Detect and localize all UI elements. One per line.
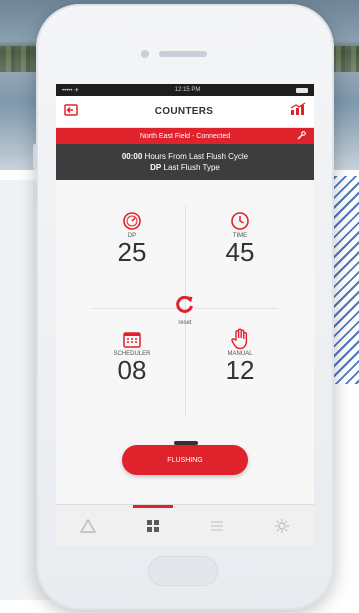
phone-side-button [33, 144, 37, 170]
counters-grid: DP 25 TIME 45 reset SCHEDULER 08 MANUAL … [56, 180, 314, 435]
counter-dp[interactable]: DP 25 [92, 210, 172, 265]
connection-status-text: North East Field - Connected [139, 132, 231, 140]
status-bar: ••••• ✈ 12:15 PM [56, 84, 314, 96]
connection-status-bar: North East Field - Connected [56, 128, 314, 144]
phone-frame: ••••• ✈ 12:15 PM COUNTERS North East Fie… [33, 4, 334, 610]
page-title: COUNTERS [154, 106, 214, 117]
phone-speaker [159, 51, 207, 57]
wrench-icon [297, 131, 306, 140]
flush-type-value: DP [150, 163, 162, 172]
phone-camera [141, 50, 149, 58]
calendar-icon [92, 328, 172, 350]
counter-manual-value: 12 [225, 355, 255, 385]
reset-button[interactable]: reset [165, 294, 205, 326]
list-icon [211, 520, 224, 531]
bottom-tab-bar [56, 504, 314, 546]
last-flush-type: DP Last Flush Type [150, 162, 220, 173]
flushing-button[interactable]: FLUSHING [122, 445, 248, 475]
stats-button[interactable] [290, 102, 306, 121]
back-button[interactable] [64, 103, 78, 121]
tab-list[interactable] [197, 506, 237, 546]
settings-wrench-button[interactable] [297, 131, 306, 142]
gear-icon [274, 518, 289, 533]
tab-alerts[interactable] [68, 506, 108, 546]
status-time: 12:15 PM [174, 87, 201, 93]
flush-type-label: Last Flush Type [163, 163, 220, 172]
counter-dp-value: 25 [117, 237, 147, 267]
tab-settings[interactable] [262, 506, 302, 546]
reset-icon [176, 295, 193, 313]
exit-icon [64, 103, 78, 116]
counter-scheduler-value: 08 [117, 355, 147, 385]
clock-icon [200, 210, 280, 232]
flush-area: FLUSHING [56, 435, 314, 501]
counter-time[interactable]: TIME 45 [200, 210, 280, 265]
chart-icon [290, 102, 306, 115]
flush-info-panel: 00:00 Hours From Last Flush Cycle DP Las… [56, 144, 314, 180]
phone-side-button [33, 182, 37, 208]
hours-value: 00:00 [121, 152, 143, 161]
counter-time-value: 45 [225, 237, 255, 267]
hours-since-flush: 00:00 Hours From Last Flush Cycle [122, 151, 248, 162]
app-screen: ••••• ✈ 12:15 PM COUNTERS North East Fie… [56, 84, 314, 546]
gauge-icon [92, 210, 172, 232]
carrier-signal: ••••• ✈ [62, 87, 80, 94]
reset-label: reset [178, 320, 192, 326]
counter-scheduler[interactable]: SCHEDULER 08 [92, 328, 172, 383]
hours-label: Hours From Last Flush Cycle [144, 152, 249, 161]
phone-home-button[interactable] [148, 556, 218, 586]
app-header: COUNTERS [56, 96, 314, 128]
grid-icon [146, 519, 159, 532]
battery-icon [295, 87, 308, 93]
warning-icon [80, 518, 97, 533]
hand-icon [200, 328, 280, 350]
tab-counters[interactable] [132, 504, 173, 546]
counter-manual[interactable]: MANUAL 12 [200, 328, 280, 383]
